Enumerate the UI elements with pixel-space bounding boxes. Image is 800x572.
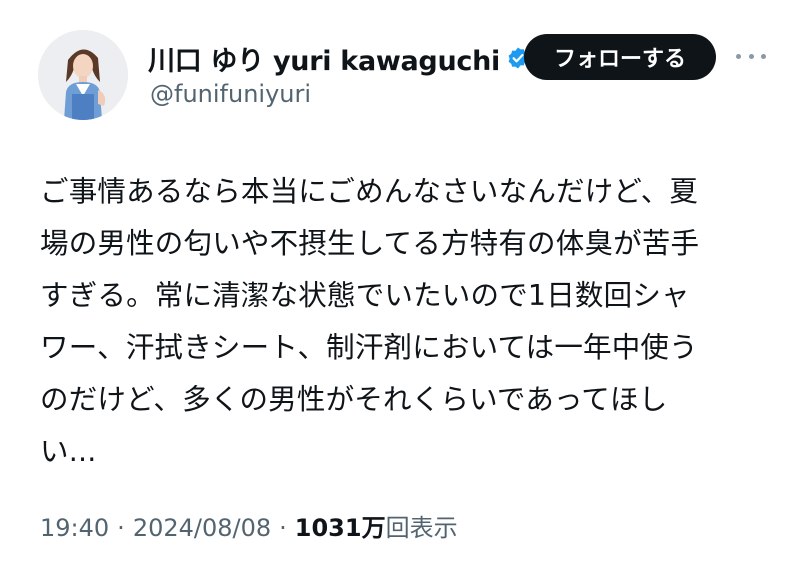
tweet-meta: 19:40 · 2024/08/08 · 1031万 回表示 [40,508,458,543]
tweet-date[interactable]: 2024/08/08 [133,514,271,542]
tweet-card: 川口 ゆり yuri kawaguchi @funifuniyuri フォローす… [0,0,800,572]
views-count: 1031万 [294,514,386,542]
meta-separator: · [117,514,125,542]
follow-button[interactable]: フォローする [524,34,716,80]
display-name[interactable]: 川口 ゆり yuri kawaguchi [148,39,500,78]
more-horizontal-icon[interactable] [736,48,766,64]
name-row: 川口 ゆり yuri kawaguchi [148,38,530,78]
more-dot [761,53,766,59]
tweet-text-line: ご事情あるなら本当にごめんなさいなんだけど、夏 [40,175,699,208]
user-handle[interactable]: @funifuniyuri [150,80,311,108]
avatar-image [38,30,128,120]
tweet-text-line: すぎる。常に清潔な状態でいたいので1日数回シャ [40,279,690,312]
tweet-time[interactable]: 19:40 [40,514,109,542]
tweet-text: ご事情あるなら本当にごめんなさいなんだけど、夏 場の男性の匂いや不摂生してる方特… [40,166,770,478]
avatar[interactable] [38,30,128,120]
more-dot [748,53,754,59]
views-label: 回表示 [385,514,458,542]
tweet-text-line: ワー、汗拭きシート、制汗剤においては一年中使う [40,331,698,364]
tweet-text-line: のだけど、多くの男性がそれくらいであってほし [40,383,668,416]
more-dot [736,53,741,59]
tweet-text-line: い... [40,435,97,468]
meta-separator: · [279,514,287,542]
tweet-text-line: 場の男性の匂いや不摂生してる方特有の体臭が苦手 [40,227,700,260]
